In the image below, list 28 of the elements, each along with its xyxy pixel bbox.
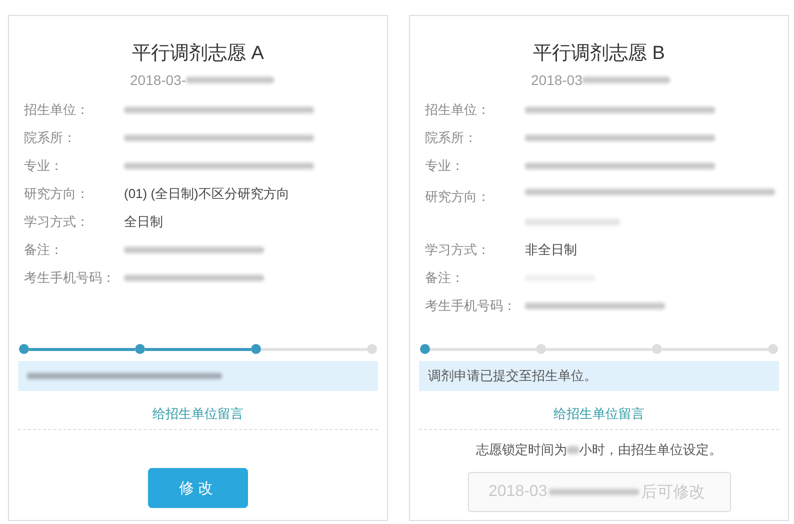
field-label: 学习方式： (24, 213, 90, 231)
field-label: 专业： (425, 157, 465, 175)
field-label: 研究方向： (425, 188, 491, 206)
field-value: 全日制 (124, 213, 163, 231)
field-value: (01) (全日制)不区分研究方向 (124, 185, 290, 203)
field-label: 考生手机号码： (24, 269, 116, 287)
field-label: 院系所： (24, 129, 77, 147)
field-label: 备注： (24, 241, 64, 259)
redacted-bar (567, 445, 579, 455)
modify-button[interactable]: 修改 (148, 468, 248, 508)
lock-note: 志愿锁定时间为 (476, 441, 567, 459)
card-title: 平行调剂志愿 B (533, 42, 665, 66)
date-text: 2018-03 (531, 72, 582, 88)
field-label: 学习方式： (425, 241, 491, 259)
lock-note: 小时，由招生单位设定。 (579, 441, 722, 459)
card-title: 平行调剂志愿 A (132, 42, 264, 66)
field-label: 招生单位： (24, 101, 90, 119)
field-label: 研究方向： (24, 185, 90, 203)
field-label: 院系所： (425, 129, 478, 147)
field-value: 非全日制 (525, 241, 577, 259)
message-link[interactable]: 给招生单位留言 (554, 405, 644, 423)
field-label: 考生手机号码： (425, 297, 517, 315)
field-label: 招生单位： (425, 101, 491, 119)
date-text: 2018-03- (130, 72, 186, 88)
notice-text: 调剂申请已提交至招生单位。 (428, 367, 597, 385)
field-label: 备注： (425, 269, 465, 287)
message-link[interactable]: 给招生单位留言 (152, 405, 244, 423)
field-label: 专业： (24, 157, 64, 175)
